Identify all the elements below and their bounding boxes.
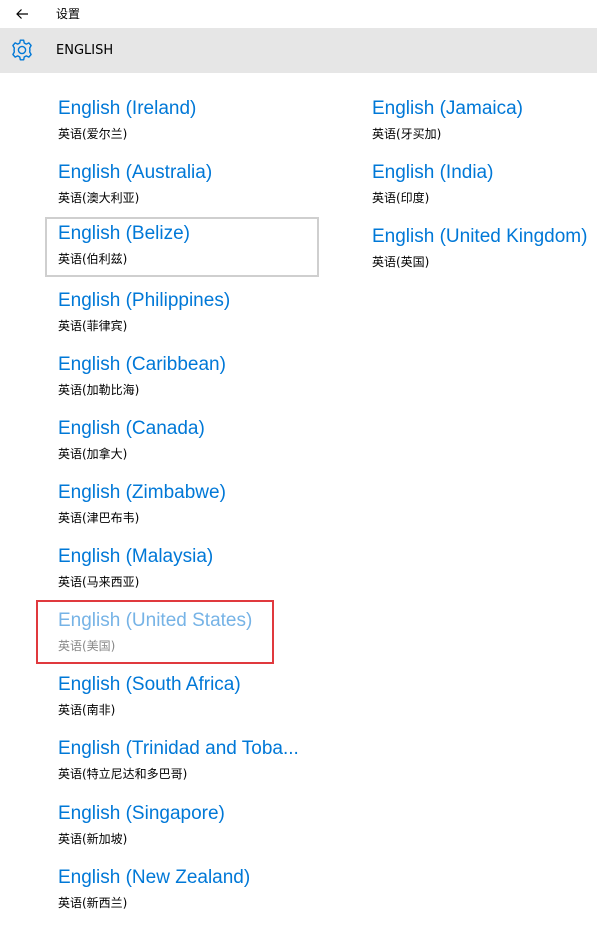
language-native-name: 英语(美国)	[58, 639, 116, 653]
language-native-name: 英语(南非)	[58, 703, 116, 717]
language-item-jamaica[interactable]: English (Jamaica) 英语(牙买加)	[360, 93, 597, 151]
language-item-belize[interactable]: English (Belize) 英语(伯利兹)	[45, 217, 319, 277]
page-header: ENGLISH	[0, 28, 597, 73]
language-name: English (Singapore)	[58, 803, 225, 824]
language-item-caribbean[interactable]: English (Caribbean) 英语(加勒比海)	[46, 349, 318, 407]
language-item-south-africa[interactable]: English (South Africa) 英语(南非)	[46, 669, 318, 727]
language-item-india[interactable]: English (India) 英语(印度)	[360, 157, 597, 215]
back-arrow-icon	[16, 9, 28, 19]
language-native-name: 英语(津巴布韦)	[58, 511, 140, 525]
language-name: English (Jamaica)	[372, 98, 523, 119]
language-item-malaysia[interactable]: English (Malaysia) 英语(马来西亚)	[46, 541, 318, 599]
window-title: 设置	[56, 7, 81, 21]
language-item-zimbabwe[interactable]: English (Zimbabwe) 英语(津巴布韦)	[46, 477, 318, 535]
language-name: English (Canada)	[58, 418, 205, 439]
language-native-name: 英语(澳大利亚)	[58, 191, 140, 205]
back-button[interactable]	[8, 2, 36, 26]
language-native-name: 英语(新西兰)	[58, 896, 128, 910]
language-native-name: 英语(新加坡)	[58, 832, 128, 846]
language-name: English (South Africa)	[58, 674, 241, 695]
page-title: ENGLISH	[56, 43, 114, 58]
language-item-united-states[interactable]: English (United States) 英语(美国)	[46, 605, 318, 663]
language-name: English (Zimbabwe)	[58, 482, 226, 503]
language-name: English (India)	[372, 162, 494, 183]
language-name: English (Belize)	[58, 223, 190, 244]
language-native-name: 英语(牙买加)	[372, 127, 442, 141]
language-item-canada[interactable]: English (Canada) 英语(加拿大)	[46, 413, 318, 471]
title-bar: 设置	[0, 0, 597, 28]
language-native-name: 英语(菲律宾)	[58, 319, 128, 333]
language-name: English (Philippines)	[58, 290, 231, 311]
language-item-philippines[interactable]: English (Philippines) 英语(菲律宾)	[46, 285, 318, 343]
language-name: English (Australia)	[58, 162, 213, 183]
language-name: English (Malaysia)	[58, 546, 214, 567]
language-native-name: 英语(印度)	[372, 191, 430, 205]
language-native-name: 英语(加勒比海)	[58, 383, 140, 397]
language-item-new-zealand[interactable]: English (New Zealand) 英语(新西兰)	[46, 862, 318, 920]
language-name: English (United States)	[58, 610, 253, 631]
language-name: English (Caribbean)	[58, 354, 226, 375]
language-native-name: 英语(伯利兹)	[58, 252, 128, 266]
language-item-singapore[interactable]: English (Singapore) 英语(新加坡)	[46, 798, 318, 856]
language-native-name: 英语(特立尼达和多巴哥)	[58, 767, 188, 781]
language-item-australia[interactable]: English (Australia) 英语(澳大利亚)	[46, 157, 318, 215]
language-name: English (New Zealand)	[58, 867, 251, 888]
language-name: English (Ireland)	[58, 98, 197, 119]
language-native-name: 英语(马来西亚)	[58, 575, 140, 589]
language-name: English (Trinidad and Toba...	[58, 738, 299, 759]
gear-icon	[9, 37, 35, 63]
language-item-ireland[interactable]: English (Ireland) 英语(爱尔兰)	[46, 93, 318, 151]
language-native-name: 英语(爱尔兰)	[58, 127, 128, 141]
language-item-united-kingdom[interactable]: English (United Kingdom) 英语(英国)	[360, 221, 597, 279]
language-native-name: 英语(加拿大)	[58, 447, 128, 461]
language-native-name: 英语(英国)	[372, 255, 430, 269]
language-name: English (United Kingdom)	[372, 226, 588, 247]
language-item-trinidad-and-tobago[interactable]: English (Trinidad and Toba... 英语(特立尼达和多巴…	[46, 733, 318, 791]
